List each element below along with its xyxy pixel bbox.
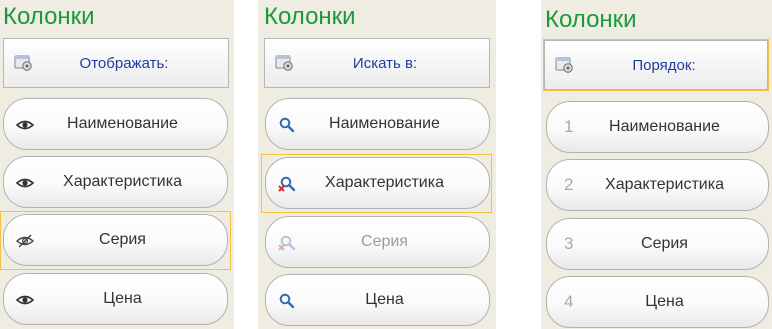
- order-item-naimenovanie[interactable]: 1 Наименование: [546, 101, 769, 153]
- search-toggle-naimenovanie[interactable]: Наименование: [265, 98, 490, 150]
- settings-icon: [275, 54, 295, 77]
- column-toggle-tsena[interactable]: Цена: [3, 273, 228, 325]
- columns-search-panel: Колонки Искать в: Наименование Характери…: [258, 0, 496, 329]
- search-toggle-kharakteristika[interactable]: Характеристика: [265, 157, 490, 209]
- header-label: Порядок:: [632, 56, 696, 74]
- eye-icon: [15, 117, 35, 133]
- eye-icon: [15, 175, 35, 191]
- column-toggle-naimenovanie[interactable]: Наименование: [3, 98, 228, 150]
- search-toggle-tsena[interactable]: Цена: [265, 274, 490, 326]
- column-label: Наименование: [609, 118, 720, 135]
- order-number: 2: [564, 175, 574, 194]
- column-label: Серия: [361, 233, 408, 250]
- panel-title: Колонки: [264, 3, 356, 30]
- settings-icon: [14, 54, 34, 77]
- column-label: Наименование: [67, 115, 178, 132]
- header-label: Отображать:: [79, 54, 169, 72]
- order-number: 1: [564, 117, 574, 136]
- order-number: 4: [564, 292, 574, 311]
- column-label: Наименование: [329, 115, 440, 132]
- columns-order-panel: Колонки Порядок: 1 Наименование 2 Характ…: [541, 0, 772, 329]
- column-label: Характеристика: [605, 176, 724, 193]
- columns-visibility-panel: Колонки Отображать: Наименование Характе…: [0, 0, 234, 329]
- search-in-button[interactable]: Искать в:: [264, 38, 490, 88]
- header-label: Искать в:: [352, 54, 418, 72]
- search-remove-icon: [278, 176, 296, 192]
- column-toggle-seriya[interactable]: Серия: [3, 214, 228, 266]
- column-label: Характеристика: [63, 173, 182, 190]
- separator: [234, 0, 258, 329]
- display-mode-button[interactable]: Отображать:: [3, 38, 229, 88]
- separator: [496, 0, 541, 329]
- search-disabled-icon: [278, 235, 296, 251]
- column-label: Цена: [365, 291, 404, 308]
- column-label: Цена: [103, 290, 142, 307]
- column-toggle-kharakteristika[interactable]: Характеристика: [3, 156, 228, 208]
- search-icon: [278, 117, 296, 133]
- order-item-tsena[interactable]: 4 Цена: [546, 276, 769, 328]
- column-label: Серия: [99, 231, 146, 248]
- order-number: 3: [564, 234, 574, 253]
- panel-title: Колонки: [545, 6, 637, 33]
- settings-icon: [555, 56, 575, 79]
- order-item-kharakteristika[interactable]: 2 Характеристика: [546, 159, 769, 211]
- search-toggle-seriya[interactable]: Серия: [265, 216, 490, 268]
- eye-icon: [15, 292, 35, 308]
- search-icon: [278, 293, 296, 309]
- panel-title: Колонки: [3, 3, 95, 30]
- order-button[interactable]: Порядок:: [543, 39, 769, 91]
- order-item-seriya[interactable]: 3 Серия: [546, 218, 769, 270]
- column-label: Цена: [645, 293, 684, 310]
- eye-hidden-icon: [15, 233, 35, 249]
- column-label: Серия: [641, 235, 688, 252]
- column-label: Характеристика: [325, 174, 444, 191]
